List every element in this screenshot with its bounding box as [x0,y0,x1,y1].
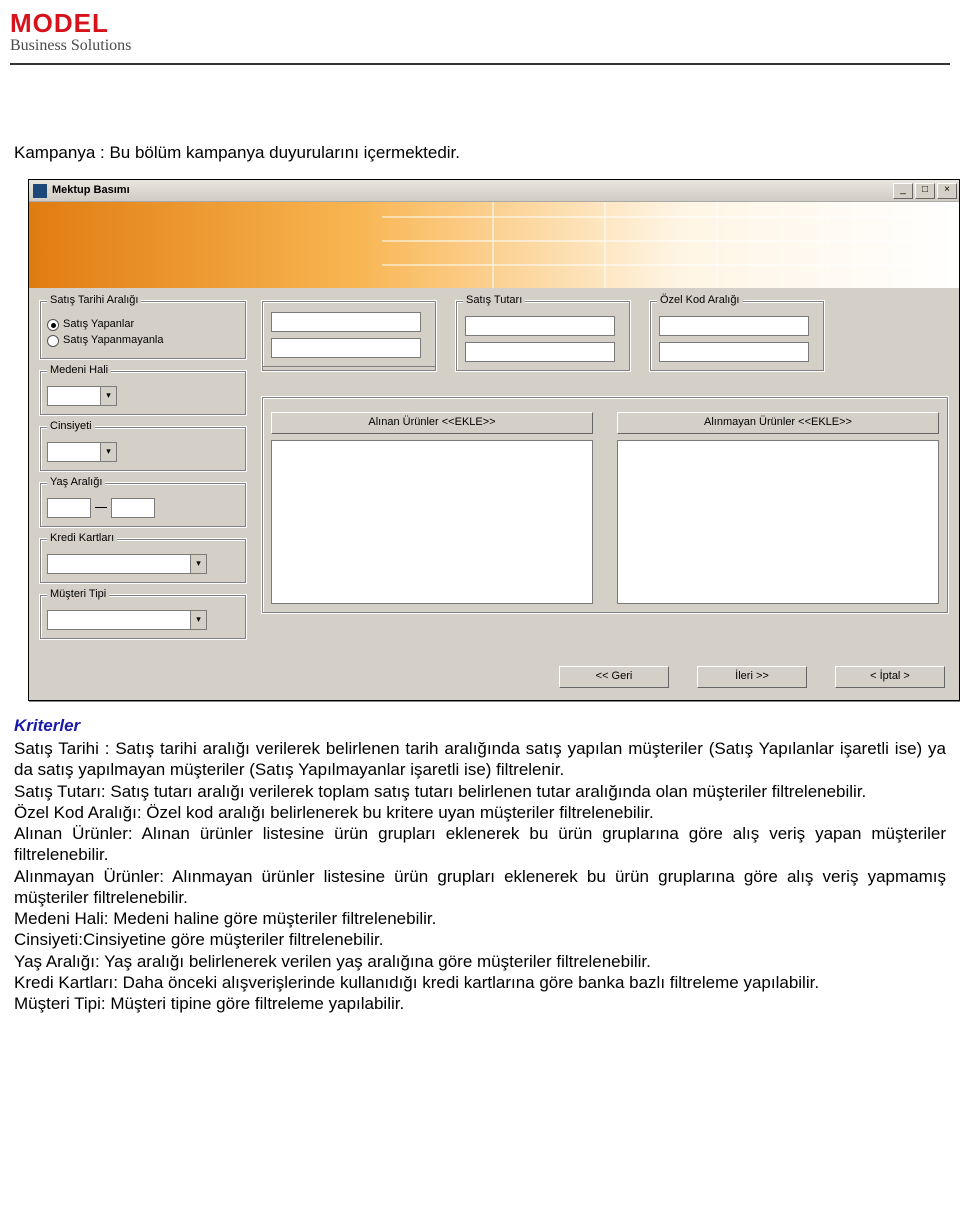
group-yas-araligi: Yaş Aralığı [39,482,247,528]
combo-medeni[interactable] [47,386,117,406]
btn-alinan-ekle[interactable]: Alınan Ürünler <<EKLE>> [271,412,593,434]
legend-cinsiyet: Cinsiyeti [47,420,95,434]
page-header: MODEL Business Solutions [0,0,960,59]
criteria-line: Cinsiyeti:Cinsiyetine göre müşteriler fi… [14,929,946,950]
criteria-line: Kredi Kartları: Daha önceki alışverişler… [14,972,946,993]
criteria-line: Medeni Hali: Medeni haline göre müşteril… [14,908,946,929]
radio-label: Satış Yapanlar [63,318,134,332]
group-satis-tarihi-inputs [261,300,437,372]
group-cinsiyet: Cinsiyeti [39,426,247,472]
btn-back[interactable]: << Geri [559,666,669,688]
input-tutar-2[interactable] [465,342,615,362]
criteria-line: Satış Tutarı: Satış tutarı aralığı veril… [14,781,946,802]
intro-text: Kampanya : Bu bölüm kampanya duyuruların… [14,142,946,163]
window-title: Mektup Basımı [52,184,893,198]
legend-medeni: Medeni Hali [47,364,111,378]
chevron-down-icon [100,443,116,461]
btn-alinmayan-ekle[interactable]: Alınmayan Ürünler <<EKLE>> [617,412,939,434]
list-alinan[interactable] [271,440,593,604]
input-tarih-1[interactable] [271,312,421,332]
radio-dot-icon [47,319,59,331]
logo-line1: MODEL [10,8,950,39]
input-tutar-1[interactable] [465,316,615,336]
group-kredi-kartlari: Kredi Kartları [39,538,247,584]
input-yas-min[interactable] [47,498,91,518]
legend-musteri: Müşteri Tipi [47,588,109,602]
criteria-line: Müşteri Tipi: Müşteri tipine göre filtre… [14,993,946,1014]
app-window: Mektup Basımı _ □ × Satış Tarihi Aralığı… [28,179,960,701]
radio-dot-icon [47,335,59,347]
criteria-line: Alınan Ürünler: Alınan ürünler listesine… [14,823,946,866]
legend-satis-tarihi: Satış Tarihi Aralığı [47,294,141,308]
group-urunler: Alınan Ürünler <<EKLE>> Alınmayan Ürünle… [261,396,949,614]
right-column: Satış Tutarı Özel Kod Aralığı [261,300,949,650]
dash-icon [95,507,107,508]
titlebar: Mektup Basımı _ □ × [29,180,959,202]
btn-cancel[interactable]: < İptal > [835,666,945,688]
logo-line2: Business Solutions [10,37,950,55]
combo-musteri[interactable] [47,610,207,630]
criteria-line: Yaş Aralığı: Yaş aralığı belirlenerek ve… [14,951,946,972]
window-banner [29,202,959,288]
group-ozel-kod: Özel Kod Aralığı [649,300,825,372]
input-yas-max[interactable] [111,498,155,518]
legend-yas: Yaş Aralığı [47,476,105,490]
legend-ozelkod: Özel Kod Aralığı [657,294,743,308]
legend-kredi: Kredi Kartları [47,532,117,546]
left-column: Satış Tarihi Aralığı Satış Yapanlar Satı… [39,300,247,650]
chevron-down-icon [190,611,206,629]
input-kod-1[interactable] [659,316,809,336]
maximize-button[interactable]: □ [915,183,935,199]
criteria-line: Satış Tarihi : Satış tarihi aralığı veri… [14,738,946,781]
criteria-heading: Kriterler [14,715,946,736]
chevron-down-icon [190,555,206,573]
group-medeni-hali: Medeni Hali [39,370,247,416]
close-button[interactable]: × [937,183,957,199]
chevron-down-icon [100,387,116,405]
app-icon [33,184,47,198]
legend-tutar: Satış Tutarı [463,294,525,308]
criteria-line: Alınmayan Ürünler: Alınmayan ürünler lis… [14,866,946,909]
radio-label: Satış Yapanmayanla [63,334,164,348]
input-tarih-2[interactable] [271,338,421,358]
radio-satis-yapmayanlar[interactable]: Satış Yapanmayanla [47,334,239,348]
criteria-line: Özel Kod Aralığı: Özel kod aralığı belir… [14,802,946,823]
group-satis-tarihi: Satış Tarihi Aralığı Satış Yapanlar Satı… [39,300,247,360]
radio-satis-yapanlar[interactable]: Satış Yapanlar [47,318,239,332]
btn-next[interactable]: İleri >> [697,666,807,688]
group-satis-tutari: Satış Tutarı [455,300,631,372]
minimize-button[interactable]: _ [893,183,913,199]
list-alinmayan[interactable] [617,440,939,604]
combo-cinsiyet[interactable] [47,442,117,462]
input-kod-2[interactable] [659,342,809,362]
wizard-nav: << Geri İleri >> < İptal > [29,658,959,700]
group-musteri-tipi: Müşteri Tipi [39,594,247,640]
combo-kredi[interactable] [47,554,207,574]
